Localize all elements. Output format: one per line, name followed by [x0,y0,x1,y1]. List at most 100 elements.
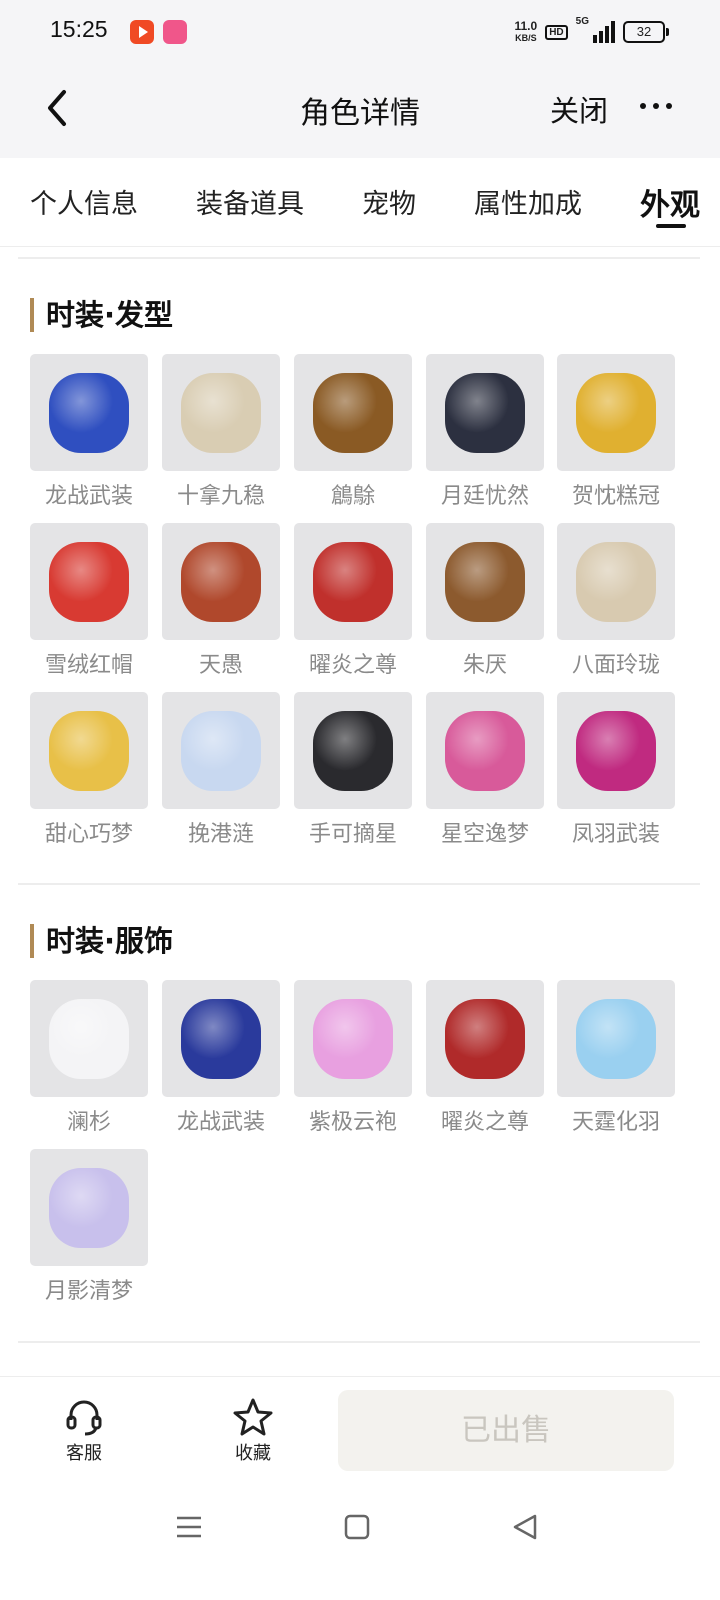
outfit-image [313,710,393,791]
outfit-thumbnail [426,980,544,1097]
section-title-hairstyle: 时装·发型 [30,298,173,332]
bottom-action-bar: 客服 收藏 已出售 [0,1376,720,1497]
headset-icon [66,1400,102,1436]
active-tab-indicator [656,224,686,228]
outfit-item[interactable]: 紫极云袍 [294,980,412,1136]
outfit-thumbnail [162,354,280,471]
customer-service-button[interactable]: 客服 [44,1397,124,1465]
notification-app-icon [163,20,187,44]
outfit-image [445,541,525,622]
outfit-thumbnail [162,980,280,1097]
outfit-item[interactable]: 贺忱糕冠 [557,354,675,510]
outfit-item[interactable]: 星空逸梦 [426,692,544,848]
outfit-item[interactable]: 曜炎之尊 [294,523,412,679]
outfit-name: 澜杉 [66,1110,111,1135]
outfit-item[interactable]: 凤羽武装 [557,692,675,848]
outfit-image [576,998,656,1079]
outfit-image [445,372,525,453]
outfit-name: 手可摘星 [308,822,397,847]
outfit-item[interactable]: 朱厌 [426,523,544,679]
outfit-name: 星空逸梦 [440,822,529,847]
outfit-name: 凤羽武装 [571,822,660,847]
outfit-image [181,710,261,791]
tab-appearance[interactable]: 外观 [640,180,700,224]
outfit-name: 曜炎之尊 [308,653,397,678]
outfit-thumbnail [557,980,675,1097]
network-type: 5G [575,16,589,27]
outfit-thumbnail [30,1149,148,1266]
outfit-name: 龙战武装 [44,484,133,509]
outfit-item[interactable]: 天愚 [162,523,280,679]
outfit-thumbnail [294,692,412,809]
outfit-item[interactable]: 龙战武装 [30,354,148,510]
outfit-name: 曜炎之尊 [440,1110,529,1135]
network-speed: 11.0 KB/S [515,20,538,44]
outfit-item[interactable]: 月影清梦 [30,1149,148,1305]
outfit-thumbnail [30,980,148,1097]
outfit-name: 朱厌 [462,653,507,678]
hd-badge: HD [545,24,568,40]
tab-pets[interactable]: 宠物 [362,182,416,221]
outfit-item[interactable]: 鶬鵌 [294,354,412,510]
divider [18,257,700,259]
sold-button: 已出售 [338,1390,674,1471]
outfit-name: 龙战武装 [176,1110,265,1135]
outfit-item[interactable]: 手可摘星 [294,692,412,848]
outfit-item[interactable]: 天霆化羽 [557,980,675,1136]
speed-value: 11.0 [514,19,538,33]
divider [18,883,700,885]
outfit-thumbnail [426,354,544,471]
menu-icon[interactable] [174,1512,204,1542]
favorite-button[interactable]: 收藏 [213,1397,293,1465]
outfit-item[interactable]: 甜心巧梦 [30,692,148,848]
outfit-image [181,541,261,622]
home-icon[interactable] [342,1512,372,1542]
favorite-label: 收藏 [235,1443,271,1464]
tab-equipment[interactable]: 装备道具 [196,182,304,221]
status-bar: 15:25 11.0 KB/S HD 5G 32 [0,0,720,64]
outfit-image [49,998,129,1079]
outfit-item[interactable]: 十拿九稳 [162,354,280,510]
outfit-item[interactable]: 八面玲珑 [557,523,675,679]
divider [18,1341,700,1343]
outfit-name: 紫极云袍 [308,1110,397,1135]
outfit-item[interactable]: 龙战武装 [162,980,280,1136]
outfit-thumbnail [30,692,148,809]
outfit-image [445,998,525,1079]
outfit-image [49,1167,129,1248]
outfit-image [181,998,261,1079]
outfit-item[interactable]: 挽港涟 [162,692,280,848]
page-title: 角色详情 [300,96,420,131]
star-icon [233,1398,273,1436]
outfit-thumbnail [426,692,544,809]
outfit-image [49,710,129,791]
outfit-item[interactable]: 澜杉 [30,980,148,1136]
outfit-name: 月廷忧然 [440,484,529,509]
outfit-item[interactable]: 雪绒红帽 [30,523,148,679]
system-nav-bar [0,1496,720,1600]
outfit-image [576,372,656,453]
outfit-name: 天愚 [198,653,243,678]
outfit-name: 鶬鵌 [330,484,375,509]
outfit-thumbnail [294,980,412,1097]
tab-attributes[interactable]: 属性加成 [474,182,582,221]
battery-icon: 32 [623,21,669,43]
close-button[interactable]: 关闭 [550,88,608,130]
outfit-item[interactable]: 曜炎之尊 [426,980,544,1136]
outfit-image [181,372,261,453]
more-options-icon[interactable] [640,94,674,118]
outfit-image [313,372,393,453]
customer-service-label: 客服 [66,1443,102,1464]
signal-icon [593,21,615,43]
outfit-thumbnail [162,692,280,809]
tab-personal-info[interactable]: 个人信息 [30,182,138,221]
outfit-image [49,372,129,453]
outfit-item[interactable]: 月廷忧然 [426,354,544,510]
back-nav-icon[interactable] [510,1512,540,1542]
page-header: 角色详情 关闭 [0,64,720,158]
outfit-name: 月影清梦 [44,1279,133,1304]
outfit-name: 十拿九稳 [176,484,265,509]
speed-unit: KB/S [515,33,537,43]
outfit-thumbnail [294,354,412,471]
outfit-image [313,998,393,1079]
